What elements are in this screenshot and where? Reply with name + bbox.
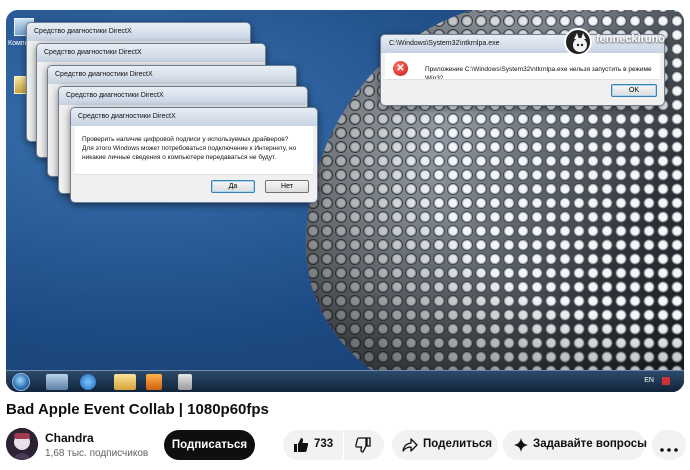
language-indicator[interactable]: EN [644,377,654,384]
ask-questions-label: Задавайте вопросы [533,438,647,450]
directx-dialog: Средство диагностики DirectX Проверить н… [70,107,318,203]
installer-icon[interactable] [178,374,192,390]
thumbs-up-icon [293,437,309,456]
dialog-title: Средство диагностики DirectX [37,44,265,62]
subscriber-count: 1,68 тыс. подписчиков [45,448,149,459]
overlay-channel-name: fenneckiruno [596,33,666,45]
video-player[interactable]: Компь Средство диагностики DirectX Средс… [6,10,684,392]
ok-button[interactable]: OK [611,84,657,97]
yes-button[interactable]: Да [211,180,255,193]
taskbar: EN [6,370,684,392]
explorer-folder-icon[interactable] [114,374,136,390]
dialog-message-line-1: Проверить наличие цифровой подписи у исп… [82,136,289,143]
like-button[interactable]: 733 [283,430,343,460]
media-player-icon[interactable] [146,374,162,390]
share-label: Поделиться [423,438,493,450]
channel-avatar[interactable] [6,428,38,460]
more-actions-button[interactable] [652,430,686,460]
ask-questions-button[interactable]: Задавайте вопросы [503,430,647,460]
subscribe-button[interactable]: Подписаться [164,430,255,460]
dislike-button[interactable] [344,430,384,460]
error-x-icon: ✕ [393,61,408,76]
overlay-avatar[interactable] [564,28,592,56]
tray-flag-icon[interactable] [662,377,670,385]
share-arrow-icon [402,437,418,456]
more-horizontal-icon [660,443,678,455]
dialog-title: Средство диагностики DirectX [59,87,307,105]
dialog-title: Средство диагностики DirectX [27,23,250,41]
share-button[interactable]: Поделиться [392,430,498,460]
no-button[interactable]: Нет [265,180,309,193]
like-count: 733 [314,438,334,450]
monitor-app-icon[interactable] [46,374,68,390]
dialog-title: Средство диагностики DirectX [71,108,317,126]
start-orb-icon[interactable] [12,373,30,391]
dialog-title: Средство диагностики DirectX [48,66,296,84]
dialog-message-line-2: Для этого Windows может потребоваться по… [82,145,297,152]
thumbs-down-icon [355,437,371,456]
video-title: Bad Apple Event Collab | 1080p60fps [6,401,269,418]
channel-name[interactable]: Chandra [45,431,94,445]
dialog-message-line-3: никакие личные сведения о компьютере пер… [82,154,277,161]
ie-icon[interactable] [80,374,96,390]
sparkle-icon [513,437,529,456]
